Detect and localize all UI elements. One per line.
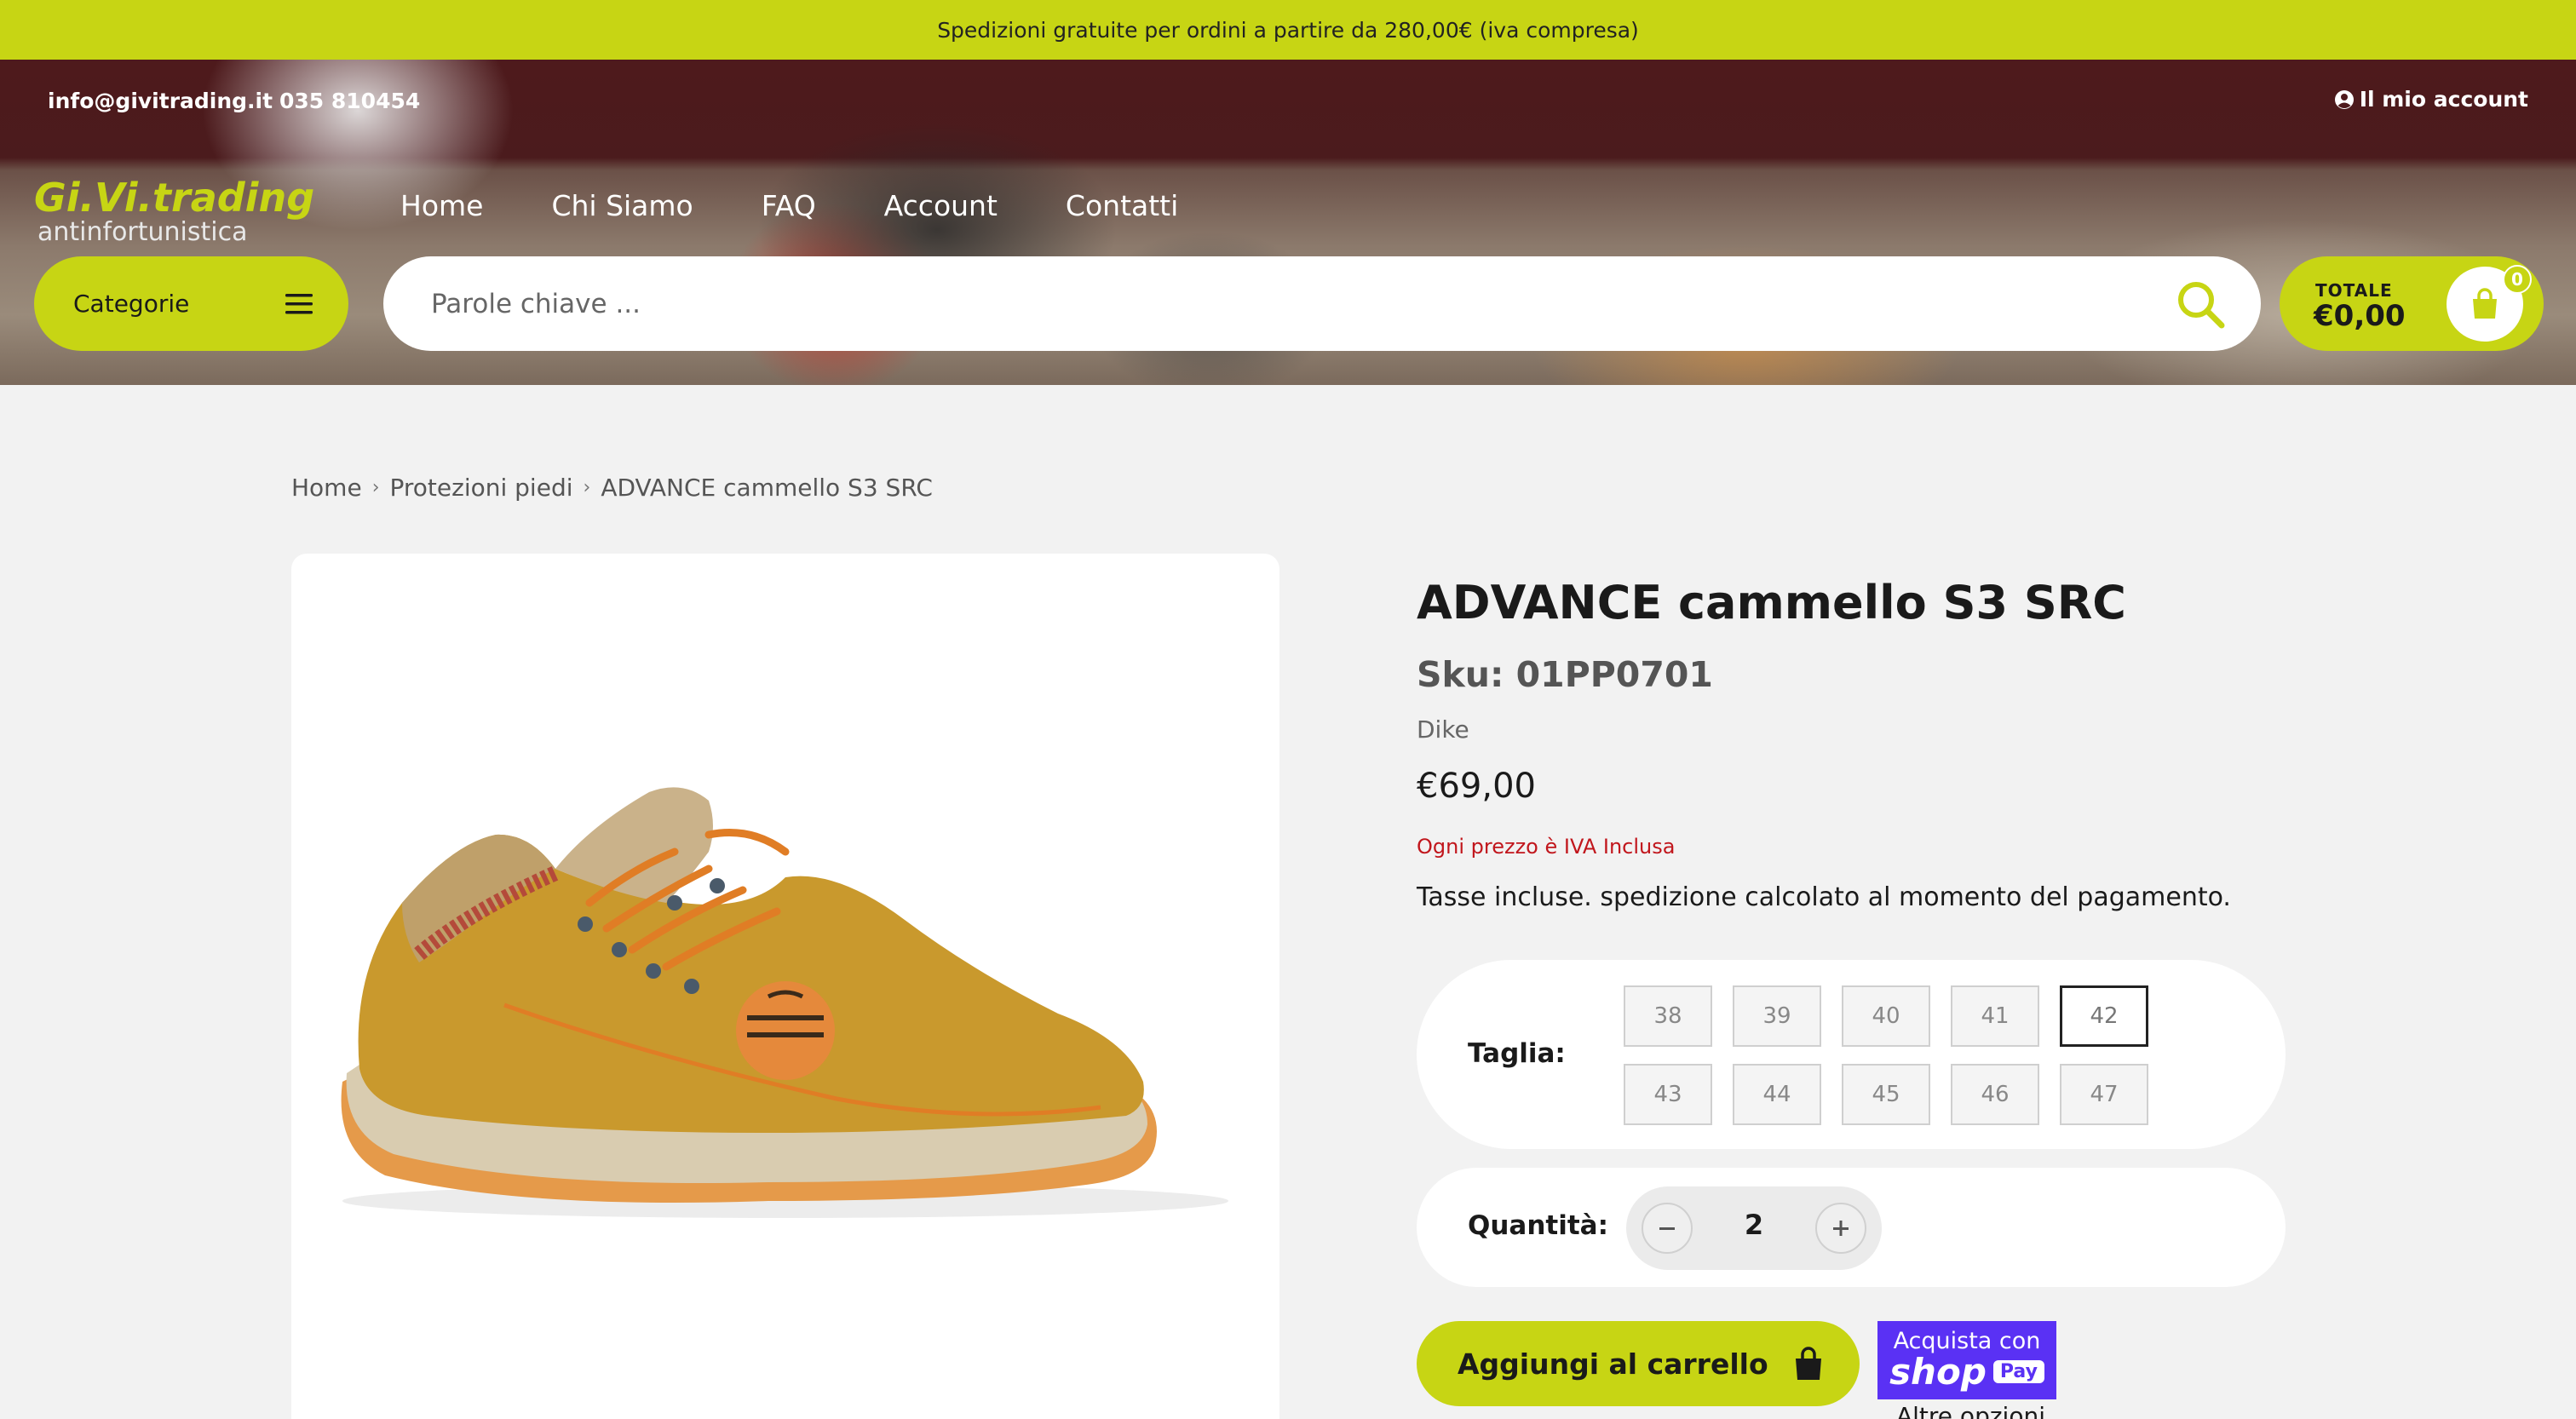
breadcrumb-home[interactable]: Home xyxy=(291,474,362,502)
search-icon[interactable] xyxy=(2174,278,2227,330)
add-to-cart-button[interactable]: Aggiungi al carrello xyxy=(1417,1321,1860,1406)
shop-pay-button[interactable]: Acquista con shop Pay xyxy=(1877,1321,2056,1399)
size-option-44[interactable]: 44 xyxy=(1733,1064,1821,1125)
product-image-card[interactable] xyxy=(291,554,1279,1419)
phone-link[interactable]: 035 810454 xyxy=(279,89,420,113)
product-brand[interactable]: Dike xyxy=(1417,715,1469,744)
cart-total-value: €0,00 xyxy=(2314,299,2406,333)
tax-shipping-note: Tasse incluse. spedizione calcolato al m… xyxy=(1417,882,2231,912)
nav-chi-siamo[interactable]: Chi Siamo xyxy=(551,189,693,222)
cart-total-label: TOTALE xyxy=(2315,280,2393,301)
shopping-bag-icon xyxy=(2473,288,2497,319)
size-selector: Taglia: 38 39 40 41 42 43 44 45 46 47 xyxy=(1417,960,2286,1149)
product-sku: Sku: 01PP0701 xyxy=(1417,654,1713,695)
shopping-bag-icon xyxy=(1796,1347,1821,1380)
decrease-quantity-button[interactable] xyxy=(1642,1203,1693,1254)
search-input[interactable] xyxy=(431,288,2174,319)
categories-button[interactable]: Categorie xyxy=(34,256,348,351)
vat-note: Ogni prezzo è IVA Inclusa xyxy=(1417,835,1676,859)
breadcrumb: Home › Protezioni piedi › ADVANCE cammel… xyxy=(291,474,933,502)
nav-faq[interactable]: FAQ xyxy=(762,189,816,222)
size-option-42-selected[interactable]: 42 xyxy=(2060,985,2148,1047)
announcement-text: Spedizioni gratuite per ordini a partire… xyxy=(937,17,1639,43)
size-option-38[interactable]: 38 xyxy=(1624,985,1712,1047)
logo-main-text: Gi.Vi.trading xyxy=(34,175,314,221)
size-option-47[interactable]: 47 xyxy=(2060,1064,2148,1125)
categories-label: Categorie xyxy=(73,290,190,318)
plus-icon xyxy=(1833,1221,1849,1236)
main-navigation: Home Chi Siamo FAQ Account Contatti xyxy=(400,189,1246,222)
nav-contatti[interactable]: Contatti xyxy=(1066,189,1178,222)
shop-pay-logo: shop Pay xyxy=(1877,1351,2056,1393)
breadcrumb-separator: › xyxy=(371,477,380,498)
site-logo[interactable]: Gi.Vi.trading antinfortunistica xyxy=(34,175,341,247)
size-option-43[interactable]: 43 xyxy=(1624,1064,1712,1125)
cart-count-badge: 0 xyxy=(2503,265,2532,294)
product-price: €69,00 xyxy=(1417,767,1536,806)
minus-icon xyxy=(1659,1227,1675,1230)
size-label: Taglia: xyxy=(1468,1038,1566,1069)
quantity-label: Quantità: xyxy=(1468,1210,1608,1241)
more-payment-options-link[interactable]: Altre opzioni xyxy=(1896,1402,2045,1419)
size-option-39[interactable]: 39 xyxy=(1733,985,1821,1047)
shop-pay-brand: shop xyxy=(1889,1351,1987,1393)
search-bar xyxy=(383,256,2261,351)
nav-account[interactable]: Account xyxy=(884,189,998,222)
nav-home[interactable]: Home xyxy=(400,189,483,222)
size-option-46[interactable]: 46 xyxy=(1951,1064,2039,1125)
breadcrumb-current: ADVANCE cammello S3 SRC xyxy=(601,474,933,502)
cart-button[interactable]: TOTALE €0,00 0 xyxy=(2280,256,2544,351)
size-option-40[interactable]: 40 xyxy=(1842,985,1930,1047)
user-circle-icon xyxy=(2334,89,2354,109)
account-label: Il mio account xyxy=(2359,87,2528,112)
email-link[interactable]: info@givitrading.it xyxy=(48,89,273,113)
product-title: ADVANCE cammello S3 SRC xyxy=(1417,576,2126,629)
account-link[interactable]: Il mio account xyxy=(2334,87,2528,112)
shop-pay-badge: Pay xyxy=(1992,1360,2044,1383)
menu-icon xyxy=(285,293,313,313)
breadcrumb-separator: › xyxy=(583,477,591,498)
announcement-bar: Spedizioni gratuite per ordini a partire… xyxy=(0,0,2576,60)
add-to-cart-label: Aggiungi al carrello xyxy=(1458,1347,1768,1381)
size-option-41[interactable]: 41 xyxy=(1951,985,2039,1047)
quantity-stepper: 2 xyxy=(1626,1186,1882,1270)
product-shoe-image xyxy=(341,787,1228,1218)
breadcrumb-category[interactable]: Protezioni piedi xyxy=(390,474,573,502)
increase-quantity-button[interactable] xyxy=(1815,1203,1866,1254)
quantity-selector: Quantità: 2 xyxy=(1417,1168,2286,1287)
size-option-45[interactable]: 45 xyxy=(1842,1064,1930,1125)
logo-sub-text: antinfortunistica xyxy=(37,217,248,245)
